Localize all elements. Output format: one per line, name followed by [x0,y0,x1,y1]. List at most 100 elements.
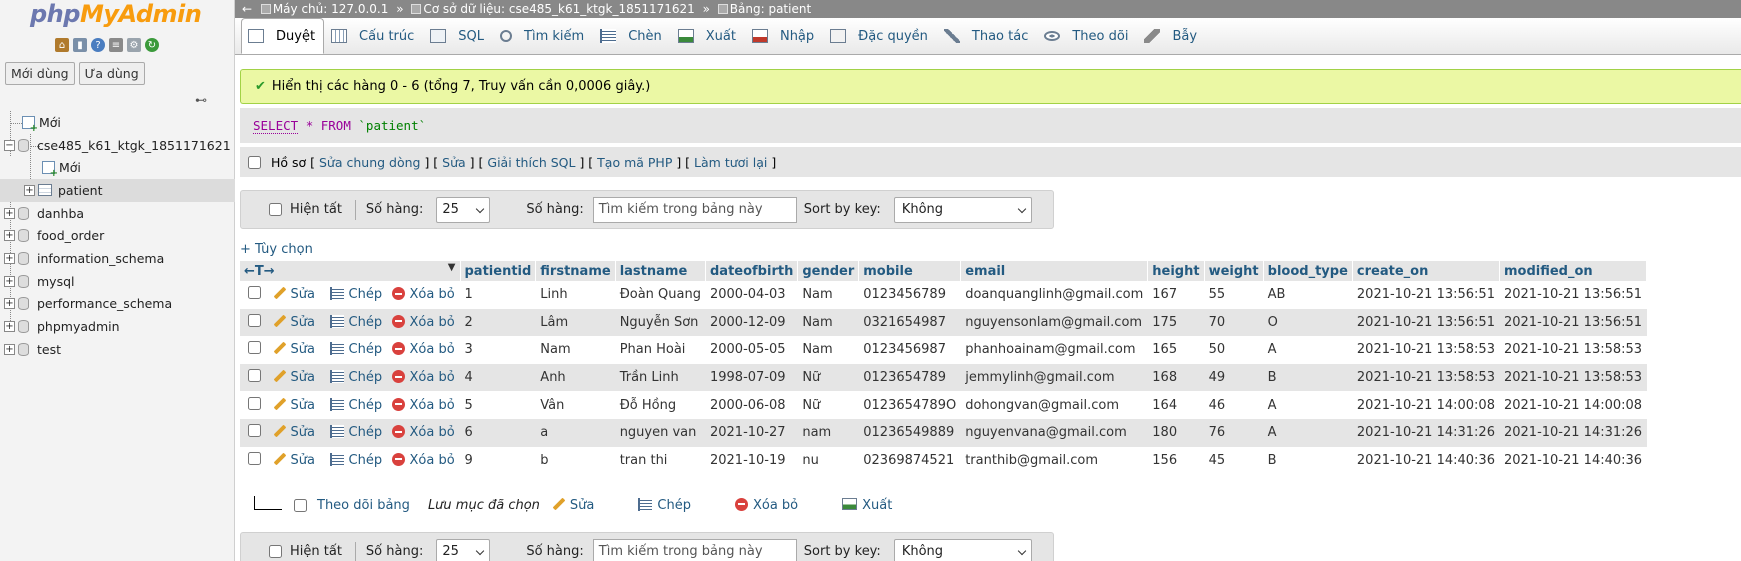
column-header-weight[interactable]: weight [1204,261,1264,281]
bulk-edit-button[interactable]: Sửa [552,498,594,513]
cell-gender[interactable]: Nữ [797,391,859,419]
cell-firstname[interactable]: Lâm [535,308,616,337]
column-header-patientid[interactable]: patientid [460,261,537,281]
row-delete-button[interactable]: Xóa bỏ [387,391,460,419]
column-header-blood-type[interactable]: blood_type [1263,261,1353,281]
settings-icon[interactable]: ⚙ [127,38,141,52]
column-header-lastname[interactable]: lastname [615,261,706,281]
tree-db-information-schema[interactable]: + information_schema [0,247,235,270]
row-edit-button[interactable]: Sửa [268,336,325,364]
cell-modified-on[interactable]: 2021-10-21 13:56:51 [1499,308,1647,337]
row-edit-button[interactable]: Sửa [268,281,325,309]
cell-mobile[interactable]: 0123456789 [858,281,961,309]
cell-create-on[interactable]: 2021-10-21 14:00:08 [1352,391,1500,419]
bulk-delete-button[interactable]: Xóa bỏ [734,497,798,513]
row-checkbox[interactable] [248,451,261,465]
cell-email[interactable]: nguyenvana@gmail.com [960,418,1148,447]
inline-edit-link[interactable]: Sửa chung dòng [319,155,420,170]
cell-weight[interactable]: 49 [1204,363,1264,392]
row-copy-button[interactable]: Chép [325,363,387,392]
cell-lastname[interactable]: tran thi [615,446,706,475]
cell-firstname[interactable]: a [535,418,616,447]
help-icon[interactable]: ? [91,38,105,52]
row-copy-button[interactable]: Chép [325,418,387,447]
cell-modified-on[interactable]: 2021-10-21 14:40:36 [1499,446,1647,475]
column-header-email[interactable]: email [960,261,1149,281]
cell-create-on[interactable]: 2021-10-21 13:58:53 [1352,363,1500,392]
cell-firstname[interactable]: Linh [535,281,616,309]
back-arrow-icon[interactable]: ← [237,0,257,18]
refresh-link[interactable]: Làm tươi lại [694,155,767,170]
row-copy-button[interactable]: Chép [325,391,387,419]
row-copy-button[interactable]: Chép [325,336,387,364]
column-header-modified-on[interactable]: modified_on [1499,261,1648,281]
cell-patientid[interactable]: 2 [460,308,536,337]
tab-insert[interactable]: Chèn [593,18,671,54]
link-panel-icon[interactable]: ⊷ [195,93,207,107]
cell-modified-on[interactable]: 2021-10-21 13:58:53 [1499,336,1647,364]
column-header-create-on[interactable]: create_on [1352,261,1500,281]
cell-email[interactable]: tranthib@gmail.com [960,446,1148,475]
breadcrumb-database[interactable]: Cơ sở dữ liệu: cse485_k61_ktgk_185117162… [423,2,694,16]
cell-firstname[interactable]: b [535,446,616,475]
cell-patientid[interactable]: 5 [460,391,536,419]
cell-blood-type[interactable]: A [1263,391,1353,419]
tree-new-table[interactable]: Mới [0,156,235,179]
cell-create-on[interactable]: 2021-10-21 13:56:51 [1352,308,1500,337]
cell-gender[interactable]: Nữ [797,363,859,392]
cell-weight[interactable]: 45 [1204,446,1264,475]
cell-mobile[interactable]: 01236549889 [858,418,961,447]
cell-height[interactable]: 165 [1147,336,1205,364]
row-edit-button[interactable]: Sửa [268,446,325,475]
row-edit-button[interactable]: Sửa [268,308,325,337]
cell-patientid[interactable]: 1 [460,281,536,309]
recent-tables-button[interactable]: Mới dùng [5,62,75,85]
cell-gender[interactable]: Nam [797,281,859,309]
row-delete-button[interactable]: Xóa bỏ [387,363,460,392]
filter-rows-input-bottom[interactable]: Tìm kiếm trong bảng này [592,538,797,561]
cell-height[interactable]: 164 [1147,391,1205,419]
cell-gender[interactable]: Nam [797,308,859,337]
cell-blood-type[interactable]: A [1263,336,1353,364]
column-header-firstname[interactable]: firstname [535,261,616,281]
cell-height[interactable]: 175 [1147,308,1205,337]
expand-icon[interactable]: + [4,275,15,287]
column-header-dateofbirth[interactable]: dateofbirth [705,261,799,281]
cell-firstname[interactable]: Vân [535,391,616,419]
tab-browse[interactable]: Duyệt [241,18,325,54]
cell-patientid[interactable]: 9 [460,446,536,475]
cell-email[interactable]: jemmylinh@gmail.com [960,363,1148,392]
cell-modified-on[interactable]: 2021-10-21 13:58:53 [1499,363,1647,392]
expand-icon[interactable]: + [4,321,15,333]
cell-firstname[interactable]: Anh [535,363,616,392]
tab-privileges[interactable]: Đặc quyền [823,18,937,54]
cell-dateofbirth[interactable]: 1998-07-09 [705,363,798,392]
track-table-label[interactable]: Theo dõi bảng [317,498,410,513]
cell-firstname[interactable]: Nam [535,336,616,364]
tree-db-performance-schema[interactable]: + performance_schema [0,293,235,316]
column-toggle-arrows-icon[interactable]: ←T→ [244,264,275,279]
sort-by-key-select[interactable]: Không [893,196,1032,223]
cell-lastname[interactable]: Nguyễn Sơn [615,308,706,337]
cell-create-on[interactable]: 2021-10-21 13:56:51 [1352,281,1500,309]
row-delete-button[interactable]: Xóa bỏ [387,446,460,475]
cell-gender[interactable]: Nam [797,336,859,364]
cell-dateofbirth[interactable]: 2000-05-05 [705,336,798,364]
bulk-export-button[interactable]: Xuất [842,497,892,513]
column-visibility-dropdown-icon[interactable]: ▼ [448,262,456,273]
cell-mobile[interactable]: 0321654987 [858,308,961,337]
row-checkbox[interactable] [248,424,261,438]
cell-blood-type[interactable]: B [1263,446,1353,475]
create-php-link[interactable]: Tạo mã PHP [597,155,672,170]
row-delete-button[interactable]: Xóa bỏ [387,308,460,337]
reload-icon[interactable]: ↻ [145,38,159,52]
profiling-checkbox[interactable] [248,156,261,169]
tab-sql[interactable]: SQL [423,18,493,54]
column-header-gender[interactable]: gender [797,261,860,281]
row-delete-button[interactable]: Xóa bỏ [387,281,460,309]
tab-operations[interactable]: Thao tác [937,18,1037,54]
collapse-icon[interactable]: − [4,139,15,151]
cell-modified-on[interactable]: 2021-10-21 14:00:08 [1499,391,1647,419]
cell-gender[interactable]: nam [797,418,859,447]
tree-db-cse485[interactable]: − cse485_k61_ktgk_1851171621 [0,134,235,157]
